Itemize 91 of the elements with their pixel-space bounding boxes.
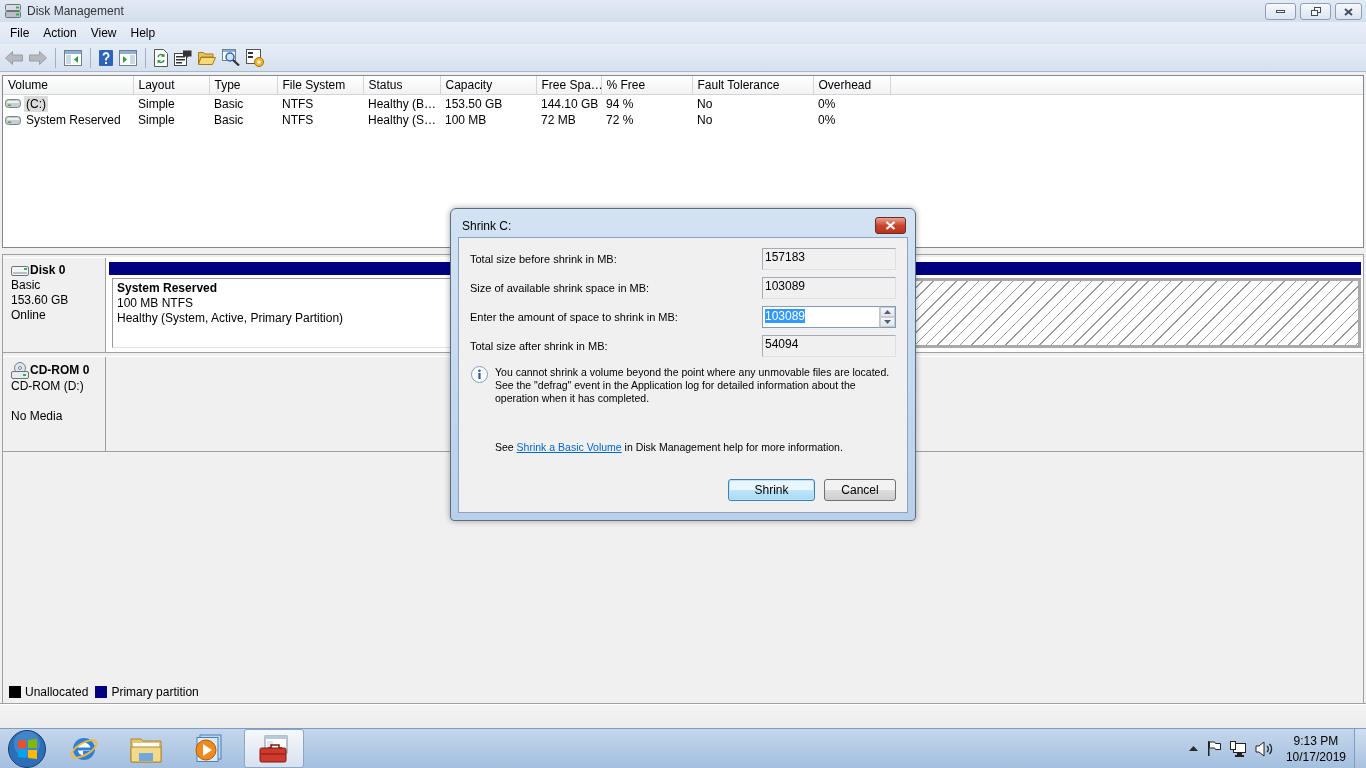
- column-header[interactable]: Layout: [133, 76, 209, 94]
- minimize-button[interactable]: [1265, 3, 1296, 20]
- disk-type: Basic: [11, 278, 41, 293]
- cancel-button[interactable]: Cancel: [824, 479, 896, 501]
- table-cell: 153.50 GB: [440, 94, 536, 112]
- value-field: 157183: [762, 248, 896, 270]
- column-header[interactable]: Fault Tolerance: [692, 76, 813, 94]
- partition-status: Healthy (System, Active, Primary Partition): [117, 311, 344, 326]
- folder-icon[interactable]: [198, 50, 216, 65]
- window-title: Disk Management: [27, 3, 125, 20]
- speaker-icon[interactable]: [1254, 740, 1273, 757]
- close-icon: [885, 221, 896, 230]
- pane-window-icon[interactable]: [119, 49, 137, 66]
- disk-name: Disk 0: [30, 263, 66, 278]
- drive-icon: [5, 99, 21, 108]
- table-cell: No: [692, 94, 813, 112]
- caret-up-icon: [884, 310, 891, 314]
- drive-label[interactable]: (C:): [24, 95, 48, 112]
- column-header[interactable]: Capacity: [440, 76, 536, 94]
- help-text: See Shrink a Basic Volume in Disk Management help for more information.: [495, 440, 844, 454]
- refresh-icon[interactable]: [154, 48, 168, 67]
- value-field: 54094: [762, 335, 896, 357]
- legend-label: Primary partition: [111, 685, 199, 699]
- table-cell-text: Basic: [213, 112, 245, 129]
- column-header[interactable]: Status: [363, 76, 440, 94]
- drive-label[interactable]: System Reserved: [24, 112, 123, 128]
- partition-size: 100 MB NTFS: [117, 296, 194, 311]
- table-cell-text: No: [696, 112, 714, 129]
- clock[interactable]: 9:13 PM 10/17/2019: [1281, 732, 1350, 765]
- table-cell: Basic: [209, 94, 277, 112]
- disk-status: Online: [11, 308, 46, 323]
- disk-type: CD-ROM (D:): [11, 379, 84, 394]
- help-link[interactable]: Shrink a Basic Volume: [516, 441, 622, 453]
- spin-down-button[interactable]: [880, 317, 895, 327]
- disk-drive-icon: [5, 4, 21, 18]
- table-cell-text: 72 MB: [540, 112, 577, 129]
- media-player-icon: [194, 733, 222, 764]
- table-cell: Simple: [133, 94, 209, 112]
- table-cell: Healthy (B…: [363, 94, 440, 112]
- toolbox-icon: [259, 734, 289, 763]
- shrink-button[interactable]: Shrink: [728, 479, 815, 501]
- pane-window-icon[interactable]: [64, 49, 82, 66]
- column-header[interactable]: Overhead: [813, 76, 890, 94]
- table-cell-text: Healthy (S…: [367, 112, 438, 129]
- disk-capacity: 153.60 GB: [11, 293, 69, 308]
- table-cell-text: NTFS: [281, 112, 315, 129]
- settings-icon[interactable]: [246, 48, 264, 67]
- close-icon: [1344, 7, 1353, 16]
- spin-up-button[interactable]: [880, 307, 895, 317]
- column-header[interactable]: File System: [277, 76, 363, 94]
- column-header[interactable]: Volume: [3, 76, 133, 94]
- dialog-title: Shrink C:: [462, 218, 513, 235]
- network-icon[interactable]: [1229, 740, 1246, 757]
- close-button[interactable]: [875, 217, 906, 234]
- table-cell: 144.10 GB: [536, 94, 601, 112]
- caret-down-icon: [884, 320, 891, 324]
- restore-button[interactable]: [1300, 3, 1331, 20]
- restore-icon: [1310, 7, 1321, 16]
- minimize-icon: [1276, 10, 1285, 13]
- search-icon[interactable]: [222, 49, 240, 66]
- note-text: You cannot shrink a volume beyond the point where any unmovable files are located. See the "defrag" event in the Application log for detailed information about the operation when it has completed.: [495, 366, 891, 405]
- column-header[interactable]: Type: [209, 76, 277, 94]
- disk-name: CD-ROM 0: [30, 363, 90, 378]
- table-cell: 94 %: [601, 94, 692, 112]
- menu-item[interactable]: Action: [36, 23, 84, 43]
- table-cell-text: 0%: [817, 112, 837, 129]
- menu-item[interactable]: Help: [123, 23, 163, 43]
- help-icon[interactable]: [99, 49, 113, 66]
- field-label: Total size before shrink in MB:: [470, 253, 618, 265]
- taskbar-button[interactable]: [244, 729, 304, 768]
- flag-icon[interactable]: [1206, 741, 1221, 756]
- menu-item[interactable]: File: [3, 23, 37, 43]
- cd-drive-icon: [11, 362, 29, 379]
- info-icon: [471, 366, 488, 383]
- partition-name: System Reserved: [117, 281, 218, 296]
- table-cell: 0%: [813, 94, 890, 112]
- properties-icon[interactable]: [174, 49, 192, 66]
- menu-item[interactable]: View: [83, 23, 124, 43]
- value-field: 103089: [762, 277, 896, 299]
- disk-status: No Media: [11, 409, 63, 424]
- close-button[interactable]: [1335, 3, 1362, 20]
- table-cell-text: 72 %: [605, 112, 635, 129]
- table-cell-text: 100 MB: [444, 112, 488, 129]
- column-header[interactable]: Free Spa…: [536, 76, 601, 94]
- windows-logo-icon: [8, 729, 46, 768]
- table-cell-text: Simple: [137, 112, 176, 129]
- legend-label: Unallocated: [25, 685, 89, 699]
- drive-icon: [5, 115, 21, 125]
- column-header[interactable]: % Free: [601, 76, 692, 94]
- caret-up-icon[interactable]: [1188, 746, 1198, 751]
- table-cell: NTFS: [277, 94, 363, 112]
